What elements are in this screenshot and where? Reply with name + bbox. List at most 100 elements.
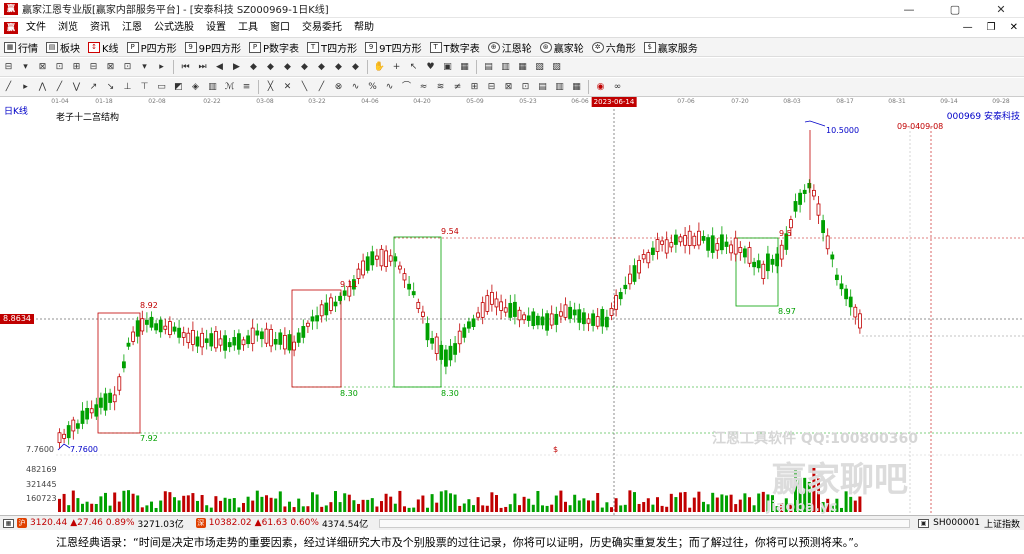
- drawing-tool-23-icon[interactable]: ✋: [373, 61, 386, 74]
- toolbar-9p-square[interactable]: 9 9P四方形: [181, 40, 245, 55]
- drawing-tool-31-icon[interactable]: ▥: [499, 61, 512, 74]
- toolbar-t-table[interactable]: T T数字表: [426, 40, 484, 55]
- drawing-tool-7-icon[interactable]: ⊡: [121, 61, 134, 74]
- toolbar-sectors[interactable]: ▤ 板块: [42, 40, 84, 55]
- analysis-tool-8-icon[interactable]: ⊤: [138, 81, 151, 94]
- toolbar-p-square[interactable]: P P四方形: [123, 40, 181, 55]
- analysis-tool-14-icon[interactable]: ≡: [240, 81, 253, 94]
- status-scrollbar[interactable]: [379, 518, 911, 528]
- analysis-tool-5-icon[interactable]: ↗: [87, 81, 100, 94]
- menu-browse[interactable]: 浏览: [52, 18, 84, 37]
- analysis-tool-24-icon[interactable]: ⌒: [400, 81, 413, 94]
- drawing-tool-13-icon[interactable]: ◀: [213, 61, 226, 74]
- drawing-tool-1-icon[interactable]: ▾: [19, 61, 32, 74]
- close-button[interactable]: ✕: [978, 0, 1024, 18]
- drawing-tool-14-icon[interactable]: ▶: [230, 61, 243, 74]
- analysis-tool-19-icon[interactable]: ╱: [315, 81, 328, 94]
- toolbar-gann-wheel[interactable]: ⊕ 江恩轮: [484, 40, 536, 55]
- drawing-tool-30-icon[interactable]: ▤: [482, 61, 495, 74]
- menu-gann[interactable]: 江恩: [116, 18, 148, 37]
- menu-file[interactable]: 文件: [20, 18, 52, 37]
- analysis-tool-36-icon[interactable]: ◉: [594, 81, 607, 94]
- drawing-tool-2-icon[interactable]: ⊠: [36, 61, 49, 74]
- drawing-tool-18-icon[interactable]: ◆: [298, 61, 311, 74]
- child-close-button[interactable]: ✕: [1010, 18, 1018, 37]
- analysis-tool-28-icon[interactable]: ⊞: [468, 81, 481, 94]
- child-restore-button[interactable]: ❐: [987, 18, 996, 37]
- drawing-tool-33-icon[interactable]: ▧: [533, 61, 546, 74]
- drawing-tool-25-icon[interactable]: ↖: [407, 61, 420, 74]
- drawing-tool-19-icon[interactable]: ◆: [315, 61, 328, 74]
- toolbar-quotes[interactable]: ▦ 行情: [0, 40, 42, 55]
- drawing-tool-4-icon[interactable]: ⊞: [70, 61, 83, 74]
- menu-news[interactable]: 资讯: [84, 18, 116, 37]
- drawing-tool-0-icon[interactable]: ⊟: [2, 61, 15, 74]
- toolbar-t-square[interactable]: T T四方形: [303, 40, 361, 55]
- drawing-tool-32-icon[interactable]: ▦: [516, 61, 529, 74]
- drawing-tool-5-icon[interactable]: ⊟: [87, 61, 100, 74]
- drawing-tool-16-icon[interactable]: ◆: [264, 61, 277, 74]
- analysis-tool-21-icon[interactable]: ∿: [349, 81, 362, 94]
- analysis-tool-17-icon[interactable]: ✕: [281, 81, 294, 94]
- analysis-tool-11-icon[interactable]: ◈: [189, 81, 202, 94]
- analysis-tool-18-icon[interactable]: ╲: [298, 81, 311, 94]
- child-minimize-button[interactable]: —: [963, 18, 973, 37]
- analysis-tool-22-icon[interactable]: %: [366, 81, 379, 94]
- analysis-tool-7-icon[interactable]: ⊥: [121, 81, 134, 94]
- drawing-tool-9-icon[interactable]: ▸: [155, 61, 168, 74]
- analysis-tool-31-icon[interactable]: ⊡: [519, 81, 532, 94]
- drawing-tool-8-icon[interactable]: ▾: [138, 61, 151, 74]
- analysis-tool-29-icon[interactable]: ⊟: [485, 81, 498, 94]
- analysis-tool-34-icon[interactable]: ▦: [570, 81, 583, 94]
- menu-settings[interactable]: 设置: [200, 18, 232, 37]
- toolbar-9t-square[interactable]: 9 9T四方形: [361, 40, 425, 55]
- analysis-tool-4-icon[interactable]: ⋁: [70, 81, 83, 94]
- analysis-tool-16-icon[interactable]: ╳: [264, 81, 277, 94]
- analysis-tool-9-icon[interactable]: ▭: [155, 81, 168, 94]
- analysis-tool-32-icon[interactable]: ▤: [536, 81, 549, 94]
- analysis-tool-6-icon[interactable]: ↘: [104, 81, 117, 94]
- drawing-tool-34-icon[interactable]: ▨: [550, 61, 563, 74]
- drawing-tool-28-icon[interactable]: ▦: [458, 61, 471, 74]
- analysis-tool-1-icon[interactable]: ▸: [19, 81, 32, 94]
- maximize-button[interactable]: ▢: [932, 0, 978, 18]
- drawing-tool-11-icon[interactable]: ⏮: [179, 61, 192, 74]
- menu-tools[interactable]: 工具: [232, 18, 264, 37]
- toolbar-service[interactable]: $ 赢家服务: [640, 40, 702, 55]
- drawing-tool-21-icon[interactable]: ◆: [349, 61, 362, 74]
- toolbar-winner-wheel[interactable]: ⊛ 赢家轮: [536, 40, 588, 55]
- menu-formula-screen[interactable]: 公式选股: [148, 18, 200, 37]
- right-index-name[interactable]: 上证指数: [984, 517, 1020, 530]
- drawing-tool-24-icon[interactable]: +: [390, 61, 403, 74]
- analysis-tool-37-icon[interactable]: ∞: [611, 81, 624, 94]
- analysis-tool-30-icon[interactable]: ⊠: [502, 81, 515, 94]
- drawing-tool-6-icon[interactable]: ⊠: [104, 61, 117, 74]
- menu-help[interactable]: 帮助: [348, 18, 380, 37]
- menu-window[interactable]: 窗口: [264, 18, 296, 37]
- analysis-tool-2-icon[interactable]: ⋀: [36, 81, 49, 94]
- status-sh-index[interactable]: ▦ 沪 3120.44 ▲27.46 0.89% 3271.03亿: [0, 517, 187, 530]
- drawing-tool-20-icon[interactable]: ◆: [332, 61, 345, 74]
- minimize-button[interactable]: —: [886, 0, 932, 18]
- menu-trade[interactable]: 交易委托: [296, 18, 348, 37]
- analysis-tool-33-icon[interactable]: ▥: [553, 81, 566, 94]
- drawing-tool-15-icon[interactable]: ◆: [247, 61, 260, 74]
- status-sz-index[interactable]: 深 10382.02 ▲61.63 0.60% 4374.54亿: [193, 517, 371, 530]
- toolbar-kline[interactable]: ↕ K线: [84, 40, 123, 55]
- analysis-tool-23-icon[interactable]: ∿: [383, 81, 396, 94]
- analysis-tool-3-icon[interactable]: ╱: [53, 81, 66, 94]
- analysis-tool-12-icon[interactable]: ▥: [206, 81, 219, 94]
- toolbar-p-table[interactable]: P P数字表: [245, 40, 303, 55]
- analysis-tool-20-icon[interactable]: ⊗: [332, 81, 345, 94]
- analysis-tool-13-icon[interactable]: ℳ: [223, 81, 236, 94]
- analysis-tool-25-icon[interactable]: ≈: [417, 81, 430, 94]
- toolbar-hexagon[interactable]: ✲ 六角形: [588, 40, 640, 55]
- drawing-tool-3-icon[interactable]: ⊡: [53, 61, 66, 74]
- drawing-tool-12-icon[interactable]: ⏭: [196, 61, 209, 74]
- drawing-tool-26-icon[interactable]: ♥: [424, 61, 437, 74]
- drawing-tool-17-icon[interactable]: ◆: [281, 61, 294, 74]
- drawing-tool-27-icon[interactable]: ▣: [441, 61, 454, 74]
- analysis-tool-0-icon[interactable]: ╱: [2, 81, 15, 94]
- analysis-tool-26-icon[interactable]: ≋: [434, 81, 447, 94]
- analysis-tool-10-icon[interactable]: ◩: [172, 81, 185, 94]
